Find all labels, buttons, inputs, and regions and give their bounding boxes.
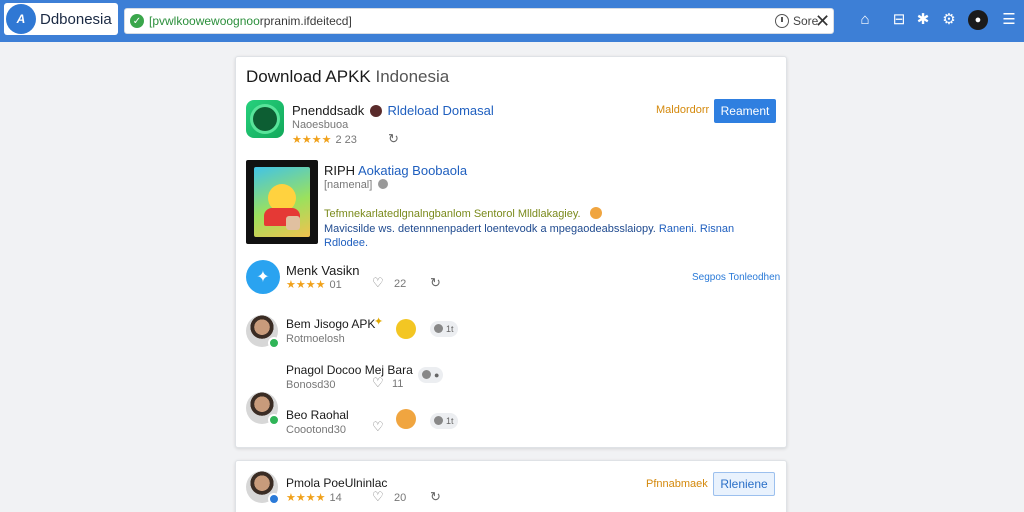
bottom-user-name[interactable]: Pmola PoeUlninlac bbox=[286, 476, 387, 490]
home-icon[interactable]: ⌂ bbox=[856, 11, 874, 29]
rating-count: 01 bbox=[329, 279, 342, 291]
profile-avatar-icon[interactable]: ● bbox=[968, 10, 988, 30]
user-name[interactable]: Beo Raohal bbox=[286, 408, 349, 422]
page-title-main: Download APKK bbox=[246, 67, 371, 86]
user-sub: Bonosd30 bbox=[286, 379, 336, 391]
app-subtitle: Naoesbuoa bbox=[292, 119, 349, 131]
share-icon[interactable]: ↻ bbox=[430, 489, 441, 505]
emoji-reaction-icon[interactable] bbox=[396, 409, 416, 429]
app-name[interactable]: Pnenddsadk bbox=[292, 103, 364, 118]
see-more-link[interactable]: Segpos Tonleodhen bbox=[692, 272, 780, 283]
brand-name: Ddbonesia bbox=[40, 10, 112, 28]
close-icon[interactable]: ✕ bbox=[815, 11, 830, 31]
page-title-light: Indonesia bbox=[375, 67, 450, 86]
emoji-icon bbox=[589, 207, 602, 219]
featured-meta: [namenal] bbox=[324, 179, 389, 191]
url-text[interactable]: [pvwlkoowewoognoorpranim.ifdeitecd] bbox=[149, 14, 352, 28]
star-rating: ★★★★ bbox=[286, 279, 326, 291]
sparkle-icon: ✦ bbox=[374, 316, 384, 328]
share-icon[interactable]: ↻ bbox=[388, 131, 399, 147]
heart-icon[interactable]: ♡ bbox=[372, 375, 384, 391]
settings-icon[interactable]: ✱ bbox=[914, 11, 932, 29]
page-title: Download APKK Indonesia bbox=[246, 67, 449, 87]
app-title-row: Pnenddsadk Rldeload Domasal bbox=[292, 103, 494, 118]
featured-app-image[interactable] bbox=[246, 160, 318, 244]
reaction-count: 1t bbox=[446, 416, 454, 426]
gear-icon[interactable]: ⚙ bbox=[940, 11, 958, 29]
featured-desc-link[interactable]: Raneni. Risnan bbox=[659, 223, 734, 235]
third-app-name[interactable]: Menk Vasikn bbox=[286, 263, 359, 278]
like-count: 20 bbox=[394, 492, 407, 504]
emoji-reaction-icon[interactable] bbox=[396, 319, 416, 339]
featured-desc-line3: Rdlodee. bbox=[324, 237, 369, 249]
like-count: 11 bbox=[392, 378, 404, 390]
user-name[interactable]: Bem Jisogo APK bbox=[286, 317, 375, 331]
info-icon bbox=[378, 179, 389, 189]
featured-title-blue: Aokatiag Boobaola bbox=[357, 163, 468, 178]
reaction-chip[interactable]: 1t bbox=[430, 413, 458, 429]
featured-desc-text2: Mavicsilde ws. detennnenpadert loentevod… bbox=[324, 223, 656, 235]
brand-logo-button[interactable]: A Ddbonesia bbox=[4, 3, 118, 35]
publisher-name[interactable]: Rldeload Domasal bbox=[388, 103, 494, 118]
user-avatar[interactable] bbox=[246, 392, 280, 426]
url-rest: rpranim.ifdeitecd] bbox=[259, 14, 352, 28]
bookmark-icon[interactable]: ⊟ bbox=[890, 11, 908, 29]
user-sub: Rotmoelosh bbox=[286, 333, 345, 345]
rating-count: 14 bbox=[329, 492, 342, 504]
rating-count: 2 23 bbox=[335, 134, 357, 146]
featured-desc-line1: Tefmnekarlatedlgnalngbanlom Sentorol Mll… bbox=[324, 207, 602, 220]
second-card: Pmola PoeUlninlac ★★★★ 14 ♡ 20 ↻ Pfnnabma… bbox=[235, 460, 787, 512]
reaction-chip[interactable]: ● bbox=[418, 367, 444, 383]
install-button[interactable]: Reament bbox=[714, 99, 776, 123]
star-rating: ★★★★ bbox=[286, 492, 326, 504]
heart-icon[interactable]: ♡ bbox=[372, 419, 384, 435]
brand-logo-icon: A bbox=[6, 4, 36, 34]
user-name[interactable]: Pnagol Docoo Mej Bara bbox=[286, 363, 413, 377]
app-tag: Maldordorr bbox=[656, 104, 710, 116]
user-avatar[interactable] bbox=[246, 315, 280, 349]
bottom-tag: Pfnnabmaek bbox=[646, 478, 708, 490]
user-sub: Coootond30 bbox=[286, 424, 346, 436]
app-icon-blue[interactable]: ✦ bbox=[246, 260, 280, 294]
main-card: Download APKK Indonesia Pnenddsadk Rldel… bbox=[235, 56, 787, 503]
share-icon[interactable]: ↻ bbox=[430, 275, 441, 291]
like-count: 22 bbox=[394, 278, 407, 290]
user-avatar[interactable] bbox=[246, 471, 280, 505]
url-prefix: [pvwlkoowewoognoo bbox=[149, 14, 260, 28]
bottom-action-button[interactable]: Rleniene bbox=[713, 472, 775, 496]
heart-icon[interactable]: ♡ bbox=[372, 489, 384, 505]
app-rating: ★★★★ 2 23 bbox=[292, 133, 357, 146]
featured-meta-text: [namenal] bbox=[324, 179, 373, 191]
browser-toolbar: A Ddbonesia ✓ [pvwlkoowewoognoorpranim.i… bbox=[0, 0, 1024, 42]
reaction-count: 1t bbox=[446, 324, 454, 334]
menu-icon[interactable]: ☰ bbox=[1000, 11, 1018, 29]
address-bar[interactable]: ✓ [pvwlkoowewoognoorpranim.ifdeitecd] So… bbox=[124, 8, 834, 34]
bottom-rating: ★★★★ 14 bbox=[286, 491, 342, 504]
featured-title[interactable]: RIPH Aokatiag Boobaola bbox=[324, 163, 467, 178]
reaction-chip[interactable]: 1t bbox=[430, 321, 458, 337]
secure-lock-icon: ✓ bbox=[130, 14, 144, 28]
star-rating: ★★★★ bbox=[292, 134, 332, 146]
featured-desc-line2: Mavicsilde ws. detennnenpadert loentevod… bbox=[324, 223, 734, 235]
history-icon[interactable] bbox=[775, 14, 789, 28]
app-icon[interactable] bbox=[246, 100, 284, 138]
featured-title-dark: RIPH bbox=[324, 163, 356, 178]
third-app-rating: ★★★★ 01 bbox=[286, 278, 342, 291]
featured-desc-text1: Tefmnekarlatedlgnalngbanlom Sentorol Mll… bbox=[324, 208, 581, 220]
heart-icon[interactable]: ♡ bbox=[372, 275, 384, 291]
publisher-avatar-icon bbox=[369, 105, 382, 117]
